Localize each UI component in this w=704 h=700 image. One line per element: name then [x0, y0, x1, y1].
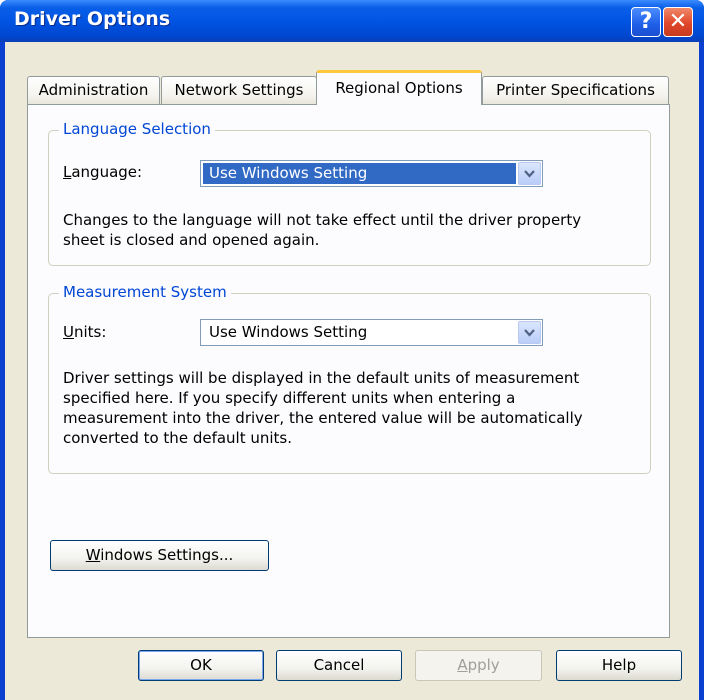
regional-options-panel: Language Selection Language: Use Windows…: [27, 104, 670, 638]
apply-label: pply: [467, 656, 500, 674]
dialog-client-area: Administration Network Settings Regional…: [5, 42, 699, 700]
units-description: Driver settings will be displayed in the…: [63, 368, 583, 448]
ok-button[interactable]: OK: [138, 650, 264, 681]
units-select-value: Use Windows Setting: [209, 323, 368, 341]
apply-button[interactable]: Apply: [415, 650, 542, 681]
tab-administration[interactable]: Administration: [27, 76, 160, 104]
units-select[interactable]: Use Windows Setting: [200, 319, 543, 346]
help-icon[interactable]: ?: [631, 7, 661, 37]
language-selection-group: Language Selection Language: Use Windows…: [48, 120, 651, 266]
measurement-system-group: Measurement System Units: Use Windows Se…: [48, 283, 651, 474]
units-description-line: measurement into the driver, the entered…: [63, 409, 583, 427]
group-title: Language Selection: [59, 120, 215, 138]
windows-settings-label: indows Settings...: [100, 546, 234, 564]
windows-settings-button[interactable]: Windows Settings...: [50, 540, 269, 571]
tab-printer-specifications[interactable]: Printer Specifications: [482, 76, 669, 104]
units-label-text: nits:: [73, 323, 107, 341]
language-label: Language:: [63, 163, 142, 181]
units-description-line: specified here. If you specify different…: [63, 389, 516, 407]
apply-hotkey: A: [457, 656, 468, 674]
units-description-line: Driver settings will be displayed in the…: [63, 369, 580, 387]
language-select-value: Use Windows Setting: [203, 163, 516, 184]
window-title: Driver Options: [14, 8, 171, 30]
windows-settings-hotkey: W: [85, 546, 101, 564]
cancel-button[interactable]: Cancel: [276, 650, 402, 681]
language-description-line: Changes to the language will not take ef…: [63, 211, 582, 229]
close-icon[interactable]: ✕: [663, 7, 693, 37]
chevron-down-icon[interactable]: [518, 321, 541, 344]
help-button[interactable]: Help: [556, 650, 682, 681]
language-description-line: sheet is closed and opened again.: [63, 231, 320, 249]
units-description-line: converted to the default units.: [63, 429, 293, 447]
units-label-hotkey: U: [63, 323, 74, 341]
units-label: Units:: [63, 323, 106, 341]
title-bar[interactable]: Driver Options ? ✕: [0, 0, 704, 42]
tab-network-settings[interactable]: Network Settings: [161, 76, 317, 104]
tab-regional-options[interactable]: Regional Options: [316, 70, 482, 105]
chevron-down-icon[interactable]: [518, 162, 541, 185]
language-description: Changes to the language will not take ef…: [63, 210, 581, 250]
group-title: Measurement System: [59, 283, 231, 301]
language-label-text: anguage:: [71, 163, 143, 181]
language-select[interactable]: Use Windows Setting: [200, 160, 543, 187]
driver-options-window: Driver Options ? ✕ Administration Networ…: [0, 0, 704, 700]
